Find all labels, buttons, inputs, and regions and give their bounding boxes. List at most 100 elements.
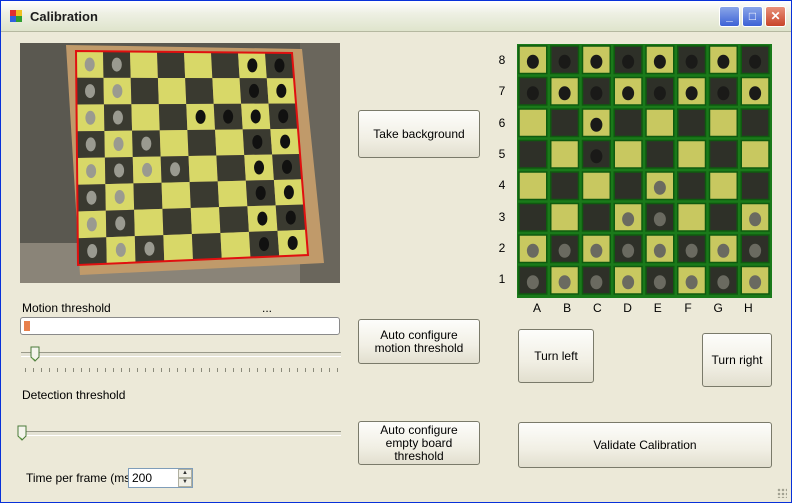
title-bar[interactable]: Calibration _ □ ✕ bbox=[1, 1, 791, 32]
validate-calibration-button[interactable]: Validate Calibration bbox=[518, 422, 772, 468]
grid-square-d6 bbox=[613, 108, 643, 138]
camera-piece bbox=[255, 186, 266, 201]
motion-slider-thumb[interactable] bbox=[30, 346, 40, 362]
motion-slider-track[interactable] bbox=[21, 352, 341, 357]
spin-up-icon[interactable]: ▲ bbox=[178, 469, 192, 478]
grid-piece-d3 bbox=[622, 212, 635, 227]
grid-square-b5 bbox=[550, 139, 580, 169]
file-label-b: B bbox=[563, 301, 572, 315]
turn-left-button[interactable]: Turn left bbox=[518, 329, 594, 383]
camera-piece bbox=[195, 109, 206, 124]
grid-square-b6 bbox=[550, 108, 580, 138]
grid-piece-h2 bbox=[749, 243, 762, 258]
grid-square-g4 bbox=[708, 171, 738, 201]
file-label-a: A bbox=[532, 301, 541, 315]
camera-piece bbox=[112, 110, 123, 125]
camera-piece bbox=[115, 242, 126, 257]
grid-piece-d7 bbox=[622, 86, 635, 101]
motion-progress-fill bbox=[24, 321, 31, 331]
grid-square-h5 bbox=[740, 139, 770, 169]
camera-piece bbox=[257, 211, 268, 226]
grid-piece-c7 bbox=[590, 86, 603, 101]
grid-piece-e3 bbox=[653, 212, 666, 227]
camera-piece bbox=[141, 136, 152, 151]
grid-piece-g7 bbox=[717, 86, 730, 101]
camera-piece bbox=[254, 160, 265, 175]
grid-piece-c5 bbox=[590, 149, 603, 164]
auto-configure-empty-board-button[interactable]: Auto configure empty board threshold bbox=[358, 421, 480, 465]
camera-piece bbox=[111, 57, 122, 72]
grid-square-a6 bbox=[518, 108, 548, 138]
camera-piece bbox=[287, 235, 298, 250]
rank-label-3: 3 bbox=[498, 209, 506, 224]
spin-down-icon[interactable]: ▼ bbox=[178, 478, 192, 487]
grid-piece-a7 bbox=[526, 86, 539, 101]
camera-piece bbox=[276, 83, 287, 98]
app-icon bbox=[10, 10, 22, 22]
resize-grip-icon[interactable] bbox=[777, 488, 787, 498]
time-per-frame-value[interactable]: 200 bbox=[132, 471, 152, 485]
grid-piece-e8 bbox=[653, 54, 666, 69]
close-button[interactable]: ✕ bbox=[765, 6, 786, 27]
grid-square-f6 bbox=[677, 108, 707, 138]
camera-piece bbox=[282, 159, 293, 174]
file-label-h: H bbox=[744, 301, 753, 315]
spinner-buttons: ▲ ▼ bbox=[178, 469, 192, 487]
minimize-button[interactable]: _ bbox=[719, 6, 740, 27]
camera-piece bbox=[114, 163, 125, 178]
camera-square bbox=[163, 234, 193, 262]
camera-piece bbox=[274, 58, 285, 73]
detection-slider-thumb[interactable] bbox=[17, 425, 27, 441]
camera-square bbox=[134, 208, 164, 237]
grid-square-f3 bbox=[677, 202, 707, 232]
grid-square-c4 bbox=[581, 171, 611, 201]
grid-piece-a2 bbox=[526, 243, 539, 258]
grid-square-a5 bbox=[518, 139, 548, 169]
camera-piece bbox=[86, 164, 97, 179]
detection-threshold-label: Detection threshold bbox=[22, 388, 126, 402]
camera-square bbox=[157, 77, 187, 105]
grid-square-g6 bbox=[708, 108, 738, 138]
grid-piece-e2 bbox=[653, 243, 666, 258]
camera-piece bbox=[115, 216, 126, 231]
time-per-frame-spinner[interactable]: 200 ▲ ▼ bbox=[128, 468, 193, 488]
grid-piece-h7 bbox=[749, 86, 762, 101]
camera-square bbox=[159, 130, 189, 157]
camera-piece bbox=[250, 109, 261, 124]
window-title: Calibration bbox=[30, 9, 98, 24]
camera-piece bbox=[113, 137, 124, 152]
detection-slider-track[interactable] bbox=[21, 431, 341, 436]
camera-square bbox=[185, 78, 214, 104]
file-label-e: E bbox=[653, 301, 662, 315]
camera-piece bbox=[142, 162, 153, 177]
file-label-g: G bbox=[713, 301, 723, 315]
grid-square-e6 bbox=[645, 108, 675, 138]
grid-square-b4 bbox=[550, 171, 580, 201]
grid-square-b3 bbox=[550, 202, 580, 232]
camera-square bbox=[211, 52, 240, 79]
rank-label-5: 5 bbox=[498, 146, 506, 161]
rank-label-7: 7 bbox=[498, 84, 506, 99]
grid-square-d5 bbox=[613, 139, 643, 169]
grid-piece-a8 bbox=[526, 54, 539, 69]
auto-configure-motion-button[interactable]: Auto configure motion threshold bbox=[358, 319, 480, 364]
camera-piece bbox=[85, 137, 96, 152]
file-label-d: D bbox=[623, 301, 632, 315]
grid-square-h4 bbox=[740, 171, 770, 201]
take-background-button[interactable]: Take background bbox=[358, 110, 480, 158]
camera-piece bbox=[114, 189, 125, 204]
camera-feed-image bbox=[20, 43, 340, 283]
grid-piece-f8 bbox=[685, 54, 698, 69]
maximize-button[interactable]: □ bbox=[742, 6, 763, 27]
camera-square bbox=[217, 180, 248, 208]
camera-piece bbox=[259, 237, 270, 252]
grid-square-f5 bbox=[677, 139, 707, 169]
camera-square bbox=[161, 182, 191, 209]
grid-piece-a1 bbox=[526, 275, 539, 290]
turn-right-button[interactable]: Turn right bbox=[702, 333, 772, 387]
grid-piece-c8 bbox=[590, 54, 603, 69]
grid-square-f4 bbox=[677, 171, 707, 201]
camera-square bbox=[133, 182, 163, 210]
camera-piece bbox=[86, 217, 97, 232]
camera-piece bbox=[86, 190, 97, 205]
